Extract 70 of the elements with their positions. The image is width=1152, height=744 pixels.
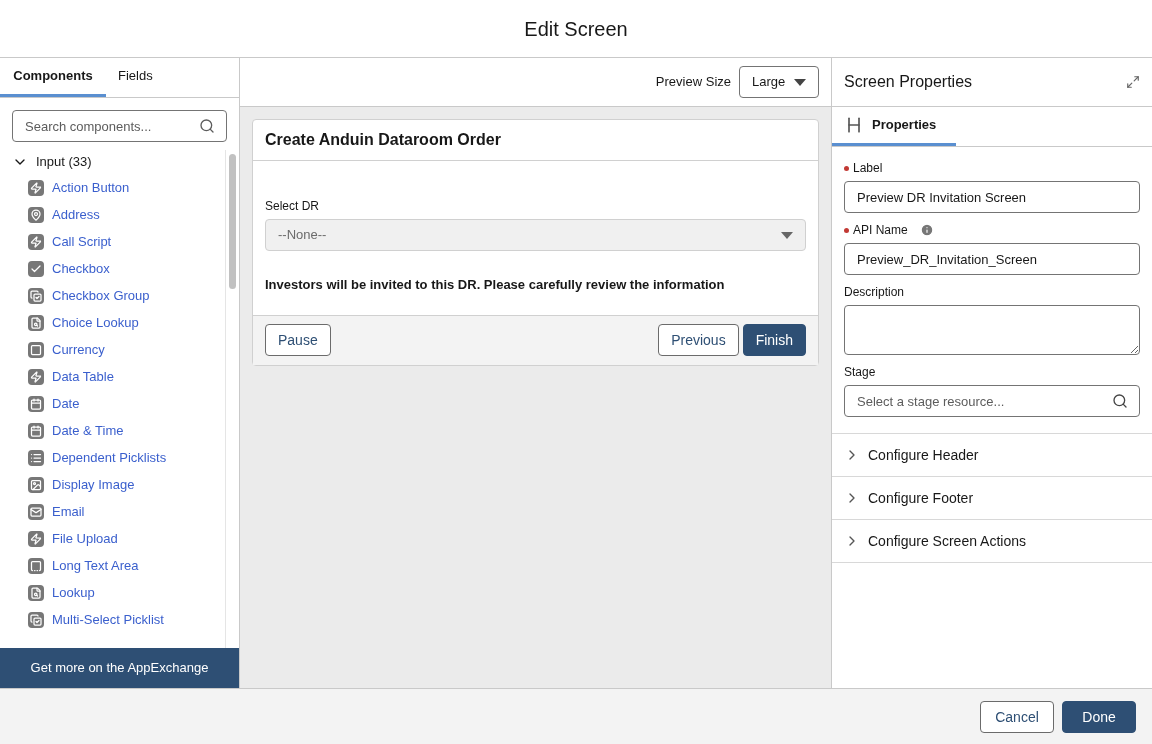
window-title: Edit Screen — [524, 16, 628, 42]
select-field[interactable]: --None-- — [265, 219, 806, 251]
section-toggle[interactable]: Configure Header — [832, 434, 1152, 477]
component-link[interactable]: Currency — [52, 339, 105, 360]
stacked-checkbox-icon — [28, 287, 44, 304]
component-link[interactable]: Long Text Area — [52, 555, 139, 576]
field-label: Select DR — [265, 198, 321, 215]
search-field[interactable]: Select a stage resource... — [844, 385, 1140, 417]
screen-title: Create Anduin Dataroom Order — [265, 130, 501, 150]
lightning-icon — [28, 233, 44, 250]
preview-size-select[interactable]: Large — [739, 66, 819, 98]
caret-icon — [781, 231, 793, 239]
component-link[interactable]: Dependent Picklists — [52, 447, 167, 468]
text-field[interactable]: Preview DR Invitation Screen — [844, 181, 1140, 213]
lightning-icon — [28, 179, 44, 196]
component-link[interactable]: Call Script — [52, 231, 112, 252]
document-search-icon — [28, 314, 44, 331]
list-icon — [28, 449, 44, 466]
component-link[interactable]: Data Table — [52, 366, 114, 387]
scrollbar[interactable] — [225, 150, 239, 648]
field-label: API Name — [853, 222, 908, 239]
text-area-icon — [28, 557, 44, 574]
image-icon — [28, 476, 44, 493]
field-label: Description — [844, 284, 905, 301]
search-icon — [1112, 393, 1128, 409]
properties-tab[interactable]: Properties — [832, 107, 956, 146]
action-button[interactable]: Pause — [265, 324, 331, 356]
text-field[interactable]: Preview_DR_Invitation_Screen — [844, 243, 1140, 275]
component-link[interactable]: Lookup — [52, 582, 95, 603]
lightning-icon — [28, 530, 44, 547]
lightning-icon — [28, 368, 44, 385]
search-icon — [199, 118, 215, 134]
action-button[interactable]: Done — [1062, 700, 1136, 733]
component-link[interactable]: File Upload — [52, 528, 118, 549]
section-toggle[interactable]: Configure Screen Actions — [832, 520, 1152, 563]
component-link[interactable]: Address — [52, 204, 100, 225]
component-link[interactable]: Action Button — [52, 177, 130, 198]
component-link[interactable]: Checkbox — [52, 258, 110, 279]
field-label: Stage — [844, 364, 876, 381]
calendar-icon — [28, 422, 44, 439]
stacked-checkbox-icon — [28, 611, 44, 628]
appexchange-button[interactable]: Get more on the AppExchange — [0, 648, 239, 688]
component-link[interactable]: Checkbox Group — [52, 285, 150, 306]
expand-icon[interactable] — [1126, 75, 1140, 89]
info-message: Investors will be invited to this DR. Please carefully review the information — [265, 276, 726, 294]
text-area[interactable] — [844, 305, 1140, 355]
square-icon — [28, 341, 44, 358]
calendar-icon — [28, 395, 44, 412]
checkmark-icon — [28, 260, 44, 277]
action-button[interactable]: Cancel — [980, 700, 1054, 733]
field-label: Label — [853, 160, 883, 177]
map-pin-icon — [28, 206, 44, 223]
component-link[interactable]: Display Image — [52, 474, 135, 495]
search-field[interactable]: Search components... — [12, 110, 227, 142]
component-link[interactable]: Date & Time — [52, 420, 124, 441]
component-link[interactable]: Choice Lookup — [52, 312, 139, 333]
action-button[interactable]: Previous — [658, 324, 739, 356]
panel-tab[interactable]: Fields — [106, 58, 165, 97]
panel-tab[interactable]: Components — [0, 58, 106, 97]
document-search-icon — [28, 584, 44, 601]
component-link[interactable]: Date — [52, 393, 80, 414]
action-button[interactable]: Finish — [742, 324, 806, 356]
component-link[interactable]: Email — [52, 501, 85, 522]
section-toggle[interactable]: Configure Footer — [832, 477, 1152, 520]
preview-size-label: Preview Size — [655, 73, 731, 92]
caret-icon — [794, 78, 806, 86]
group-toggle[interactable]: Input (33) — [12, 150, 92, 174]
panel-title: Screen Properties — [844, 72, 973, 92]
component-link[interactable]: Multi-Select Picklist — [52, 609, 164, 630]
envelope-icon — [28, 503, 44, 520]
